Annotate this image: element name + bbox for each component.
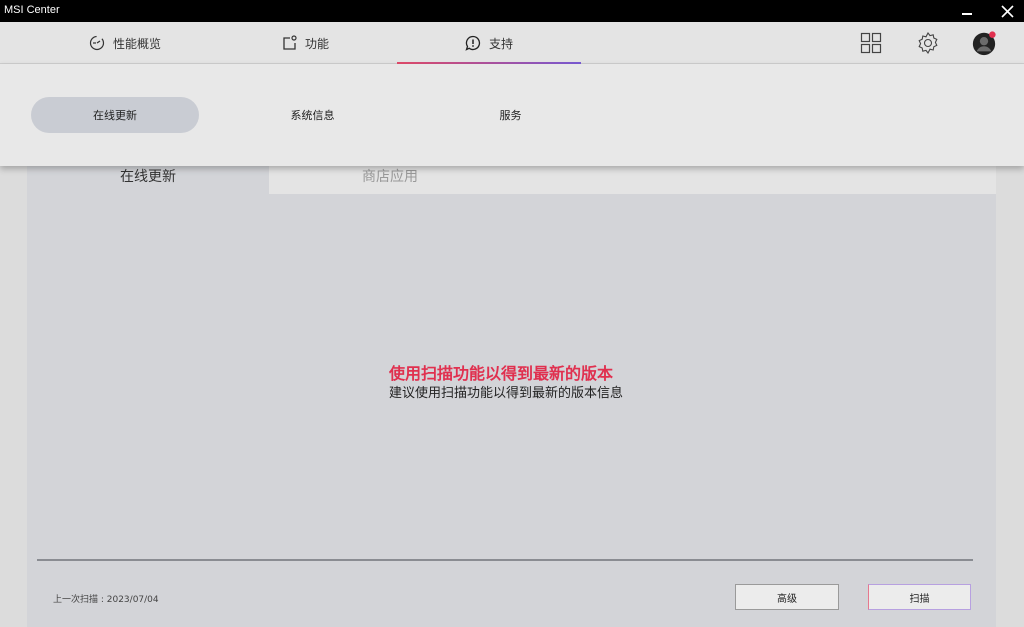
avatar[interactable] (971, 30, 997, 56)
scan-prompt-title: 使用扫描功能以得到最新的版本 (389, 364, 614, 383)
grid-button[interactable] (858, 30, 884, 56)
tab-support[interactable]: 支持 (397, 22, 581, 64)
tab-performance-overview[interactable]: 性能概览 (40, 22, 210, 64)
avatar-icon (972, 31, 996, 56)
tab-features-label: 功能 (304, 36, 329, 51)
scan-button[interactable]: 扫描 (868, 584, 971, 610)
online-update-panel: 在线更新 商店应用 使用扫描功能以得到最新的版本 建议使用扫描功能以得到最新的版… (27, 160, 996, 627)
close-icon (1000, 4, 1014, 18)
feature-icon (281, 35, 297, 51)
minimize-icon (962, 13, 972, 15)
window-title: MSI Center (4, 4, 60, 16)
title-bar: MSI Center (0, 0, 1024, 22)
grid-icon (860, 32, 882, 54)
tab-performance-label: 性能概览 (112, 36, 161, 51)
chat-alert-icon (465, 35, 481, 51)
footer-divider (37, 559, 973, 561)
scan-prompt-subtitle: 建议使用扫描功能以得到最新的版本信息 (389, 386, 624, 401)
close-button[interactable] (992, 0, 1022, 22)
gauge-icon (89, 35, 105, 51)
support-subnav: 在线更新 系统信息 服务 (0, 64, 1024, 166)
subnav-system-info[interactable]: 系统信息 (250, 97, 375, 133)
tab-support-label: 支持 (488, 36, 513, 51)
tab-features[interactable]: 功能 (220, 22, 390, 64)
subnav-online-update[interactable]: 在线更新 (31, 97, 199, 133)
last-scan-date: 上一次扫描 : 2023/07/04 (53, 595, 159, 605)
subnav-service[interactable]: 服务 (448, 97, 573, 133)
minimize-button[interactable] (952, 0, 982, 22)
settings-button[interactable] (915, 30, 941, 56)
gear-icon (918, 31, 938, 55)
advanced-button[interactable]: 高级 (735, 584, 839, 610)
